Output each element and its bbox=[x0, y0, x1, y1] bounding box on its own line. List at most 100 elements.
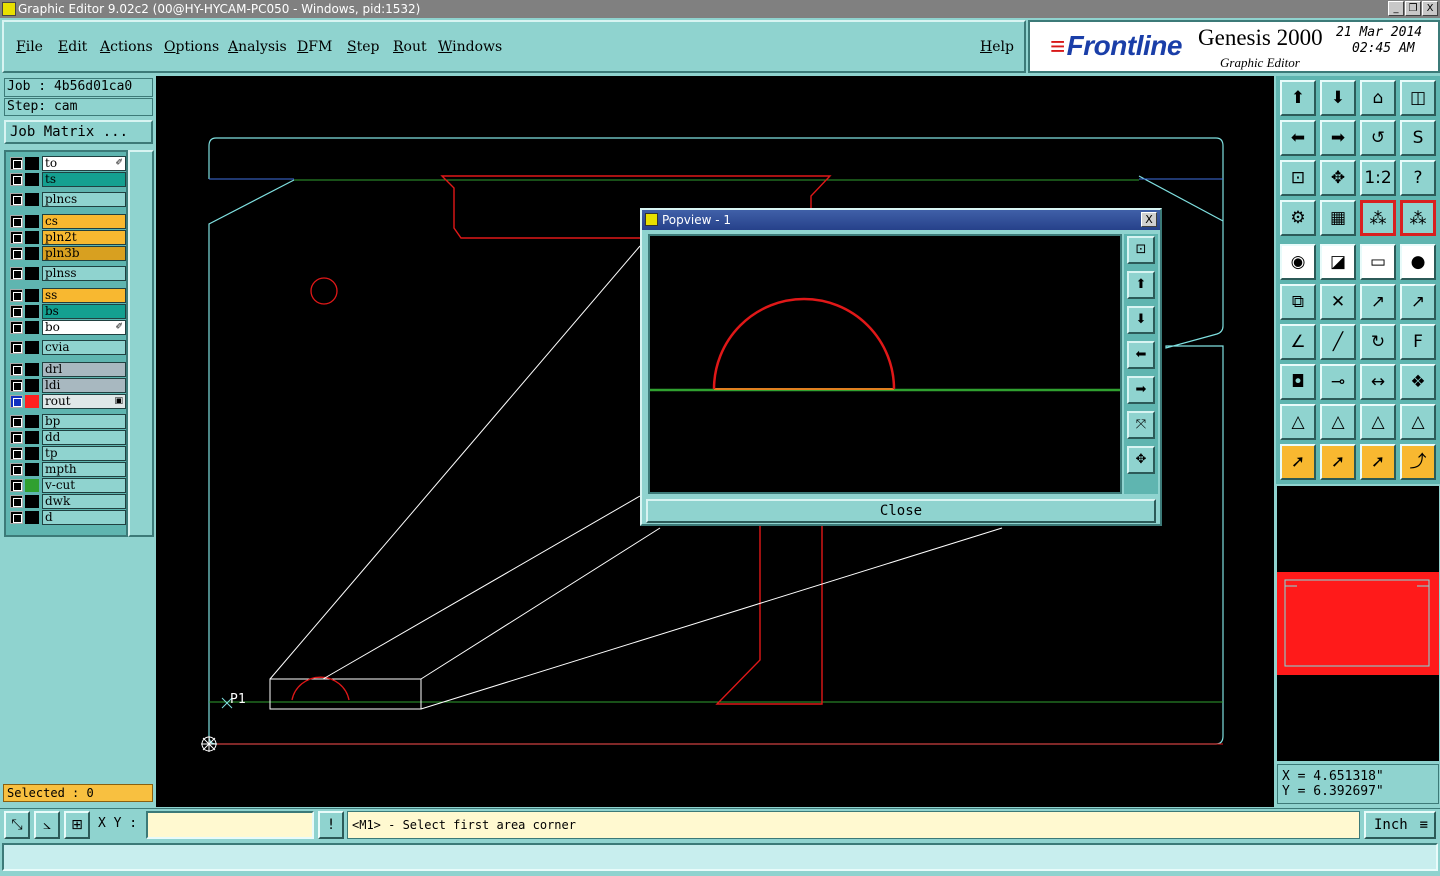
angle-icon[interactable]: ∠ bbox=[1280, 324, 1316, 360]
triangle-icon[interactable]: △ bbox=[1280, 404, 1316, 440]
popview-zoom-in-icon[interactable]: ⤧ bbox=[1127, 411, 1155, 439]
info-icon[interactable]: ! bbox=[318, 811, 344, 839]
layer-name[interactable]: cs bbox=[42, 214, 126, 229]
menu-options[interactable]: Options bbox=[164, 39, 219, 55]
pad-icon[interactable]: ● bbox=[1400, 244, 1436, 280]
pointer-select-icon[interactable]: ➚ bbox=[1360, 444, 1396, 480]
popview-pan-up-icon[interactable]: ⬆ bbox=[1127, 271, 1155, 299]
layer-row-cvia[interactable]: cvia bbox=[8, 340, 126, 355]
layer-color-swatch[interactable] bbox=[25, 495, 39, 508]
copy-icon[interactable]: ↗ bbox=[1400, 284, 1436, 320]
menu-analysis[interactable]: Analysis bbox=[228, 39, 287, 55]
layer-color-swatch[interactable] bbox=[25, 511, 39, 524]
layer-name[interactable]: plncs bbox=[42, 192, 126, 207]
minimize-button[interactable]: _ bbox=[1388, 1, 1404, 16]
layer-name[interactable]: drl bbox=[42, 362, 126, 377]
menu-step[interactable]: Step bbox=[347, 39, 379, 55]
layer-row-pln2t[interactable]: pln2t bbox=[8, 230, 126, 245]
layer-color-swatch[interactable] bbox=[25, 447, 39, 460]
snap-red-icon[interactable]: ⁂ bbox=[1360, 200, 1396, 236]
layer-name[interactable]: d bbox=[42, 510, 126, 525]
layer-row-drl[interactable]: drl bbox=[8, 362, 126, 377]
select-feature-icon[interactable]: ◉ bbox=[1280, 244, 1316, 280]
menu-dfm[interactable]: DFM bbox=[297, 39, 332, 55]
menu-actions[interactable]: Actions bbox=[100, 39, 153, 55]
layer-checkbox[interactable] bbox=[10, 341, 23, 354]
xy-input[interactable] bbox=[146, 811, 314, 839]
layer-checkbox[interactable] bbox=[10, 379, 23, 392]
ruler-icon[interactable]: ▭ bbox=[1360, 244, 1396, 280]
menu-rout[interactable]: Rout bbox=[393, 39, 427, 55]
layer-checkbox[interactable] bbox=[10, 305, 23, 318]
layer-row-pln3b[interactable]: pln3b bbox=[8, 246, 126, 261]
zoom-center-icon[interactable]: ✥ bbox=[1320, 160, 1356, 196]
layer-checkbox[interactable] bbox=[10, 231, 23, 244]
layer-row-bs[interactable]: bs bbox=[8, 304, 126, 319]
menu-windows[interactable]: Windows bbox=[438, 39, 502, 55]
pad-add-icon[interactable]: ◘ bbox=[1280, 364, 1316, 400]
layer-color-swatch[interactable] bbox=[25, 341, 39, 354]
layer-row-to[interactable]: to ✐ bbox=[8, 156, 126, 171]
arc-icon[interactable]: ↻ bbox=[1360, 324, 1396, 360]
snap-mode-icon[interactable]: ⤡ bbox=[4, 811, 30, 839]
layer-checkbox[interactable] bbox=[10, 157, 23, 170]
popview-zoom-fit-icon[interactable]: ⊡ bbox=[1127, 236, 1155, 264]
layer-name[interactable]: to ✐ bbox=[42, 156, 126, 171]
layer-checkbox[interactable] bbox=[10, 495, 23, 508]
connect-icon[interactable]: ⧉ bbox=[1280, 284, 1316, 320]
delete-icon[interactable]: ✕ bbox=[1320, 284, 1356, 320]
layer-color-swatch[interactable] bbox=[25, 415, 39, 428]
layer-row-tp[interactable]: tp bbox=[8, 446, 126, 461]
menu-help[interactable]: Help bbox=[980, 39, 1014, 55]
cut-icon[interactable]: ⊸ bbox=[1320, 364, 1356, 400]
layer-name[interactable]: cvia bbox=[42, 340, 126, 355]
layer-color-swatch[interactable] bbox=[25, 395, 39, 408]
layer-color-swatch[interactable] bbox=[25, 157, 39, 170]
layer-color-swatch[interactable] bbox=[25, 431, 39, 444]
layer-checkbox[interactable] bbox=[10, 431, 23, 444]
layer-name[interactable]: pln2t bbox=[42, 230, 126, 245]
layer-checkbox[interactable] bbox=[10, 289, 23, 302]
split-view-icon[interactable]: ◫ bbox=[1400, 80, 1436, 116]
menu-edit[interactable]: Edit bbox=[58, 39, 87, 55]
layer-name[interactable]: v-cut bbox=[42, 478, 126, 493]
route-icon[interactable]: ⤴ bbox=[1400, 444, 1436, 480]
zoom-fit-icon[interactable]: ⊡ bbox=[1280, 160, 1316, 196]
layer-name[interactable]: dd bbox=[42, 430, 126, 445]
triangle-4-icon[interactable]: △ bbox=[1400, 404, 1436, 440]
layer-checkbox[interactable] bbox=[10, 193, 23, 206]
pan-up-icon[interactable]: ⬆ bbox=[1280, 80, 1316, 116]
layer-row-dd[interactable]: dd bbox=[8, 430, 126, 445]
layer-checkbox[interactable] bbox=[10, 247, 23, 260]
layer-checkbox[interactable] bbox=[10, 215, 23, 228]
grid-snap-icon[interactable]: ⊞ bbox=[64, 811, 90, 839]
fill-icon[interactable]: F bbox=[1400, 324, 1436, 360]
layer-name[interactable]: dwk bbox=[42, 494, 126, 509]
snap-red-2-icon[interactable]: ⁂ bbox=[1400, 200, 1436, 236]
layer-color-swatch[interactable] bbox=[25, 289, 39, 302]
redraw-icon[interactable]: S bbox=[1400, 120, 1436, 156]
popview-pan-down-icon[interactable]: ⬇ bbox=[1127, 306, 1155, 334]
layer-name[interactable]: ss bbox=[42, 288, 126, 303]
dimension-icon[interactable]: ↔ bbox=[1360, 364, 1396, 400]
layer-checkbox[interactable] bbox=[10, 395, 23, 408]
layer-scrollbar[interactable] bbox=[128, 150, 154, 537]
layer-color-swatch[interactable] bbox=[25, 173, 39, 186]
triangle-2-icon[interactable]: △ bbox=[1320, 404, 1356, 440]
layer-color-swatch[interactable] bbox=[25, 479, 39, 492]
popview-zoom-out-icon[interactable]: ✥ bbox=[1127, 446, 1155, 474]
layer-row-v-cut[interactable]: v-cut bbox=[8, 478, 126, 493]
popview-close-x-button[interactable]: X bbox=[1141, 212, 1157, 227]
layer-color-swatch[interactable] bbox=[25, 379, 39, 392]
layer-name[interactable]: ldi bbox=[42, 378, 126, 393]
maximize-button[interactable]: ❐ bbox=[1405, 1, 1421, 16]
measure-mode-icon[interactable]: ⦣ bbox=[34, 811, 60, 839]
layer-color-swatch[interactable] bbox=[25, 215, 39, 228]
layer-color-swatch[interactable] bbox=[25, 463, 39, 476]
layer-row-d[interactable]: d bbox=[8, 510, 126, 525]
layer-row-cs[interactable]: cs bbox=[8, 214, 126, 229]
layer-color-swatch[interactable] bbox=[25, 267, 39, 280]
undo-view-icon[interactable]: ↺ bbox=[1360, 120, 1396, 156]
layer-checkbox[interactable] bbox=[10, 267, 23, 280]
popview-canvas[interactable] bbox=[648, 234, 1122, 494]
